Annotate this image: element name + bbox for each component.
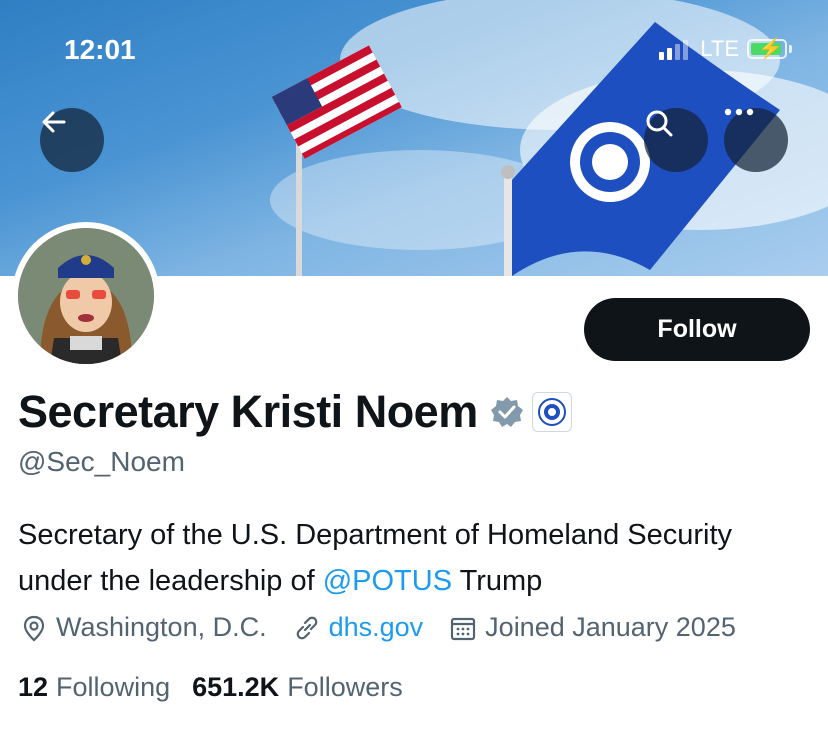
bio-text-suffix: Trump xyxy=(452,565,543,597)
bio-text: under the leadership of xyxy=(18,565,323,597)
back-arrow-icon xyxy=(42,111,66,133)
calendar-icon xyxy=(451,617,476,640)
joined-item: Joined January 2025 xyxy=(449,612,736,643)
website-item[interactable]: dhs.gov xyxy=(293,612,424,643)
back-button[interactable] xyxy=(40,108,104,172)
search-button[interactable] xyxy=(644,108,708,172)
display-name: Secretary Kristi Noem xyxy=(18,386,478,437)
verified-badge-icon[interactable] xyxy=(490,395,524,429)
status-icons: LTE ⚡ xyxy=(659,36,792,62)
location-text: Washington, D.C. xyxy=(56,612,267,642)
profile-meta: Washington, D.C. dhs.gov Joined January … xyxy=(20,612,762,643)
more-icon xyxy=(724,108,754,116)
location-item: Washington, D.C. xyxy=(20,612,267,643)
avatar-image xyxy=(18,228,154,364)
following-label: Following xyxy=(56,672,171,702)
profile-avatar[interactable] xyxy=(12,222,160,370)
profile-bio: Secretary of the U.S. Department of Home… xyxy=(18,512,818,604)
dhs-seal-icon xyxy=(537,398,566,426)
link-icon xyxy=(296,616,317,639)
follow-button[interactable]: Follow xyxy=(584,298,810,361)
battery-icon: ⚡ xyxy=(747,38,787,60)
status-time: 12:01 xyxy=(64,34,136,65)
location-icon xyxy=(23,615,45,641)
bio-line-2: under the leadership of @POTUS Trump xyxy=(18,558,818,604)
joined-text: Joined January 2025 xyxy=(485,612,736,642)
followers-label: Followers xyxy=(287,672,403,702)
network-label: LTE xyxy=(700,36,739,61)
bio-line-1: Secretary of the U.S. Department of Home… xyxy=(18,519,733,551)
followers-stat[interactable]: 651.2K Followers xyxy=(192,672,403,703)
following-stat[interactable]: 12 Following xyxy=(18,672,170,703)
website-link[interactable]: dhs.gov xyxy=(329,612,424,643)
affiliation-badge[interactable] xyxy=(531,392,572,432)
profile-name-row: Secretary Kristi Noem xyxy=(18,386,572,438)
more-options-button[interactable] xyxy=(724,108,788,172)
bio-mention-link[interactable]: @POTUS xyxy=(323,565,452,597)
search-icon xyxy=(646,110,673,137)
follow-stats: 12 Following 651.2K Followers xyxy=(18,672,425,703)
user-handle: @Sec_Noem xyxy=(18,446,185,477)
following-count: 12 xyxy=(18,672,49,702)
signal-icon xyxy=(659,38,689,60)
followers-count: 651.2K xyxy=(192,672,280,702)
